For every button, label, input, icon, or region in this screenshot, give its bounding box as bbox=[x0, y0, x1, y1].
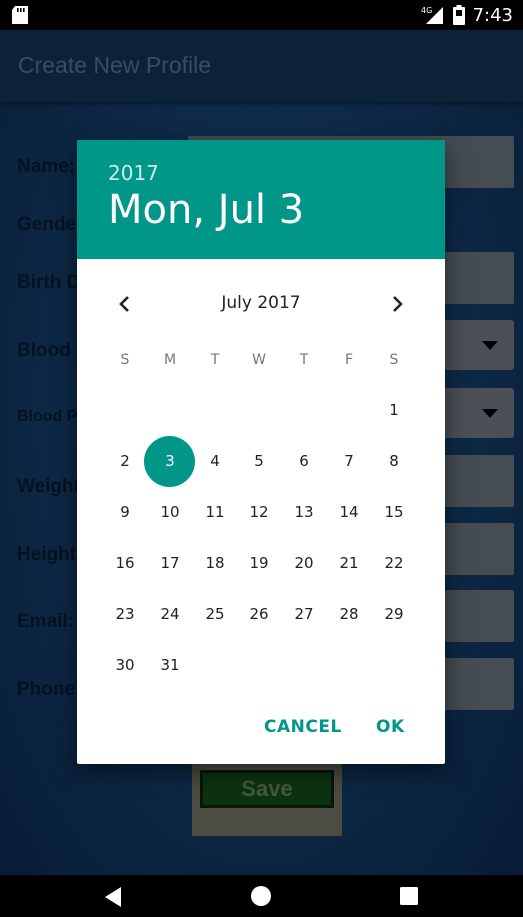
date-picker-dialog: 2017 Mon, Jul 3 July 2017 S M T W T F S … bbox=[77, 140, 445, 764]
weekday-label: M bbox=[163, 352, 177, 368]
status-bar: 4G 7:43 bbox=[0, 0, 523, 30]
calendar-day[interactable]: 8 bbox=[374, 441, 414, 481]
calendar-day[interactable]: 16 bbox=[105, 543, 145, 583]
signal-icon: 4G bbox=[421, 6, 443, 24]
calendar-day[interactable]: 13 bbox=[284, 492, 324, 532]
calendar-day[interactable]: 26 bbox=[239, 594, 279, 634]
weekday-label: F bbox=[344, 352, 354, 368]
calendar-day[interactable]: 14 bbox=[329, 492, 369, 532]
home-icon[interactable] bbox=[250, 885, 272, 907]
calendar-day[interactable]: 22 bbox=[374, 543, 414, 583]
calendar-day[interactable]: 29 bbox=[374, 594, 414, 634]
calendar-day[interactable]: 24 bbox=[150, 594, 190, 634]
calendar-day[interactable]: 30 bbox=[105, 645, 145, 685]
recents-icon[interactable] bbox=[399, 886, 419, 906]
calendar-day[interactable]: 11 bbox=[195, 492, 235, 532]
weekday-label: T bbox=[210, 352, 220, 368]
weekday-label: S bbox=[389, 352, 399, 368]
clock: 7:43 bbox=[472, 4, 513, 26]
weekday-label: W bbox=[252, 352, 266, 368]
calendar-day[interactable]: 6 bbox=[284, 441, 324, 481]
calendar-day[interactable]: 25 bbox=[195, 594, 235, 634]
calendar-day[interactable]: 5 bbox=[239, 441, 279, 481]
back-icon[interactable] bbox=[103, 886, 123, 908]
calendar-day[interactable]: 2 bbox=[105, 441, 145, 481]
calendar-day-selected[interactable]: 3 bbox=[150, 441, 190, 481]
year-selector[interactable]: 2017 bbox=[108, 161, 159, 185]
calendar-day[interactable]: 10 bbox=[150, 492, 190, 532]
date-picker-header: 2017 Mon, Jul 3 bbox=[77, 140, 445, 259]
weekday-label: T bbox=[299, 352, 309, 368]
navigation-bar bbox=[0, 875, 523, 917]
calendar-day[interactable]: 20 bbox=[284, 543, 324, 583]
calendar-day[interactable]: 7 bbox=[329, 441, 369, 481]
calendar-day[interactable]: 1 bbox=[374, 390, 414, 430]
calendar-day[interactable]: 21 bbox=[329, 543, 369, 583]
calendar-day[interactable]: 31 bbox=[150, 645, 190, 685]
calendar-day[interactable]: 28 bbox=[329, 594, 369, 634]
calendar-day[interactable]: 9 bbox=[105, 492, 145, 532]
selected-date-display[interactable]: Mon, Jul 3 bbox=[108, 187, 304, 233]
battery-icon bbox=[452, 5, 465, 25]
calendar-day[interactable]: 12 bbox=[239, 492, 279, 532]
weekday-label: S bbox=[120, 352, 130, 368]
sd-card-icon bbox=[12, 6, 28, 24]
calendar-day[interactable]: 15 bbox=[374, 492, 414, 532]
cancel-button[interactable]: CANCEL bbox=[264, 717, 342, 737]
calendar-day[interactable]: 18 bbox=[195, 543, 235, 583]
calendar-day[interactable]: 4 bbox=[195, 441, 235, 481]
calendar-day[interactable]: 23 bbox=[105, 594, 145, 634]
calendar-day[interactable]: 19 bbox=[239, 543, 279, 583]
calendar-day[interactable]: 27 bbox=[284, 594, 324, 634]
calendar-day[interactable]: 17 bbox=[150, 543, 190, 583]
chevron-right-icon[interactable] bbox=[383, 290, 411, 318]
ok-button[interactable]: OK bbox=[376, 717, 405, 737]
network-type-label: 4G bbox=[421, 6, 432, 15]
